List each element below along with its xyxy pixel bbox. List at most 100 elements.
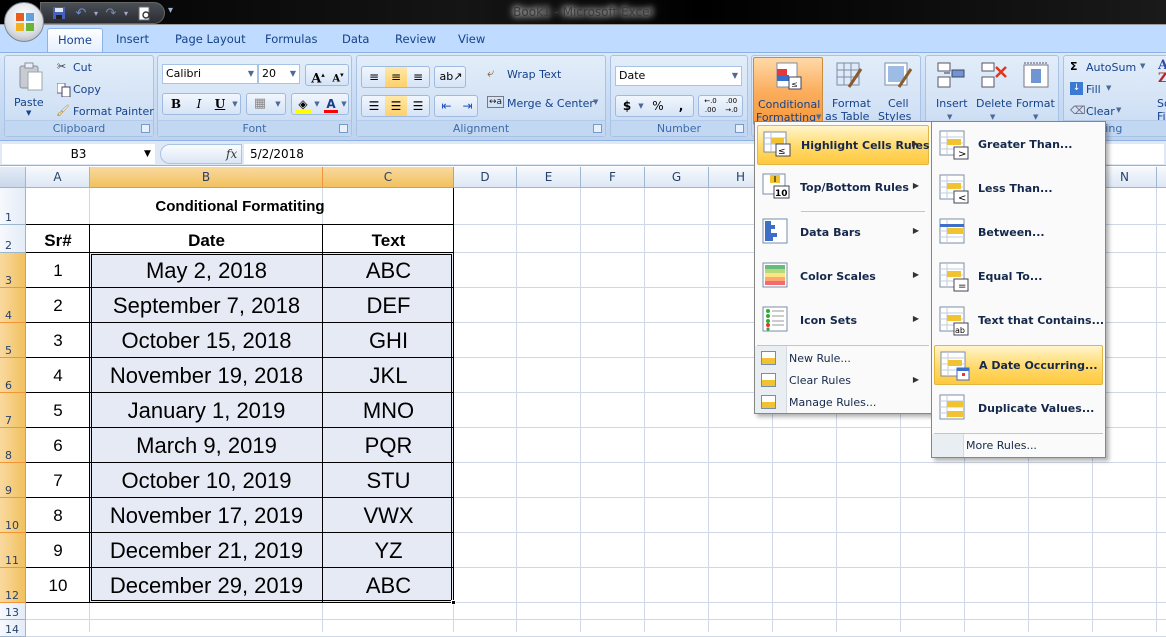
row-header-11[interactable]: 11 [0,533,26,568]
data-cell[interactable]: ABC [323,253,454,288]
data-cell[interactable]: 6 [26,428,90,463]
data-cell[interactable]: November 17, 2019 [90,498,323,533]
fill-color-button[interactable]: ◈ [294,94,312,114]
fill-color-dropdown-icon[interactable]: ▼ [312,94,322,114]
data-cell[interactable]: 4 [26,358,90,393]
row-header-2[interactable]: 2 [0,225,26,253]
underline-dropdown-icon[interactable]: ▼ [229,94,241,114]
row-header-5[interactable]: 5 [0,323,26,358]
orientation-button[interactable]: ab↗ [434,66,466,88]
undo-icon[interactable]: ↶ [73,6,89,22]
format-painter-button[interactable]: 🖌 Format Painter [55,103,154,121]
data-cell[interactable]: January 1, 2019 [90,393,323,428]
column-header-e[interactable]: E [517,167,581,188]
currency-dropdown-icon[interactable]: ▼ [636,96,646,116]
cf-menu-item-top-bottom-rules[interactable]: 10 Top/Bottom Rules ▶ [757,168,929,208]
row-header-13[interactable]: 13 [0,603,26,620]
cf-menu-item-manage-rules[interactable]: Manage Rules... [757,392,929,414]
currency-button[interactable]: $ [618,96,636,116]
font-dialog-launcher[interactable] [339,124,348,133]
tab-insert[interactable]: Insert [106,28,159,52]
row-header-1[interactable]: 1 [0,188,26,225]
underline-button[interactable]: U [211,94,229,114]
merge-center-button[interactable]: ↔a Merge & Center ▼ [485,94,603,114]
submenu-item-between[interactable]: Between... [934,213,1103,253]
data-cell[interactable]: September 7, 2018 [90,288,323,323]
print-preview-icon[interactable] [137,6,153,22]
paste-button[interactable]: Paste ▼ [9,58,49,120]
data-cell[interactable]: 7 [26,463,90,498]
tab-data[interactable]: Data [332,28,379,52]
row-header-8[interactable]: 8 [0,428,26,463]
title-cell[interactable]: Conditional Formatiting [26,188,454,225]
header-cell-text[interactable]: Text [323,225,454,253]
cf-menu-item-highlight-cells-rules[interactable]: ≤ Highlight Cells Rules ▶ [757,125,930,165]
column-header-d[interactable]: D [454,167,517,188]
increase-indent-button[interactable]: ⇥ [457,96,478,116]
grow-font-button[interactable]: A▴ [308,65,328,86]
data-cell[interactable]: YZ [323,533,454,568]
save-icon[interactable] [51,6,67,22]
data-cell[interactable]: November 19, 2018 [90,358,323,393]
row-header-12[interactable]: 12 [0,568,26,603]
align-left-button[interactable]: ☰ [363,96,385,116]
copy-button[interactable]: Copy [55,81,145,99]
submenu-item-duplicate-values[interactable]: Duplicate Values... [934,389,1103,429]
column-header-o[interactable]: O [1157,167,1166,188]
data-cell[interactable]: May 2, 2018 [90,253,323,288]
cf-menu-item-data-bars[interactable]: Data Bars ▶ [757,213,929,253]
row-header-6[interactable]: 6 [0,358,26,393]
cf-menu-item-color-scales[interactable]: Color Scales ▶ [757,257,929,297]
fill-button[interactable]: ↓ Fill ▼ [1068,81,1128,99]
data-cell[interactable]: DEF [323,288,454,323]
redo-dropdown-icon[interactable]: ▾ [118,6,134,22]
data-cell[interactable]: 2 [26,288,90,323]
name-box-dropdown-icon[interactable]: ▼ [144,144,151,164]
redo-icon[interactable]: ↷ [103,6,119,22]
data-cell[interactable]: MNO [323,393,454,428]
decrease-decimal-button[interactable]: .00 →.0 [721,96,742,116]
name-box[interactable]: B3 [2,144,155,164]
cut-button[interactable]: ✂ Cut [55,59,145,77]
middle-align-button[interactable]: ≡ [385,67,407,87]
row-header-9[interactable]: 9 [0,463,26,498]
tab-home[interactable]: Home [47,28,103,52]
submenu-item-a-date-occurring[interactable]: A Date Occurring... [934,345,1103,385]
borders-button[interactable]: ▦ ▼ [246,93,286,115]
bottom-align-button[interactable]: ≡ [407,67,429,87]
data-cell[interactable]: December 29, 2019 [90,568,323,603]
comma-button[interactable]: , [670,96,692,116]
italic-button[interactable]: I [188,94,210,114]
data-cell[interactable]: PQR [323,428,454,463]
data-cell[interactable]: 3 [26,323,90,358]
top-align-button[interactable]: ≡ [363,67,385,87]
alignment-dialog-launcher[interactable] [593,124,602,133]
data-cell[interactable]: VWX [323,498,454,533]
column-header-a[interactable]: A [26,167,90,188]
column-header-c[interactable]: C [323,167,454,188]
clear-button[interactable]: ⌫ Clear ▼ [1068,103,1138,121]
tab-view[interactable]: View [448,28,495,52]
data-cell[interactable]: 5 [26,393,90,428]
select-all-button[interactable] [0,167,26,188]
row-header-7[interactable]: 7 [0,393,26,428]
format-as-table-button[interactable]: Format as Table [825,57,875,125]
font-size-select[interactable]: 20 ▼ [258,64,300,84]
data-cell[interactable]: ABC [323,568,454,603]
data-cell[interactable]: GHI [323,323,454,358]
submenu-item-greater-than[interactable]: > Greater Than... [934,125,1103,165]
autosum-button[interactable]: Σ AutoSum ▼ [1068,59,1148,77]
align-center-button[interactable]: ☰ [385,96,407,116]
insert-cells-button[interactable]: Insert ▼ [930,57,970,125]
office-button[interactable] [4,2,44,42]
data-cell[interactable]: 1 [26,253,90,288]
submenu-item-text-that-contains[interactable]: ab Text that Contains... [934,301,1104,341]
row-header-4[interactable]: 4 [0,288,26,323]
header-cell-sr[interactable]: Sr# [26,225,90,253]
more-rules-item[interactable]: More Rules... [934,436,1103,456]
row-header-10[interactable]: 10 [0,498,26,533]
undo-dropdown-icon[interactable]: ▾ [88,6,104,22]
submenu-item-less-than[interactable]: < Less Than... [934,169,1103,209]
font-color-dropdown-icon[interactable]: ▼ [339,94,349,114]
percent-button[interactable]: % [647,96,669,116]
